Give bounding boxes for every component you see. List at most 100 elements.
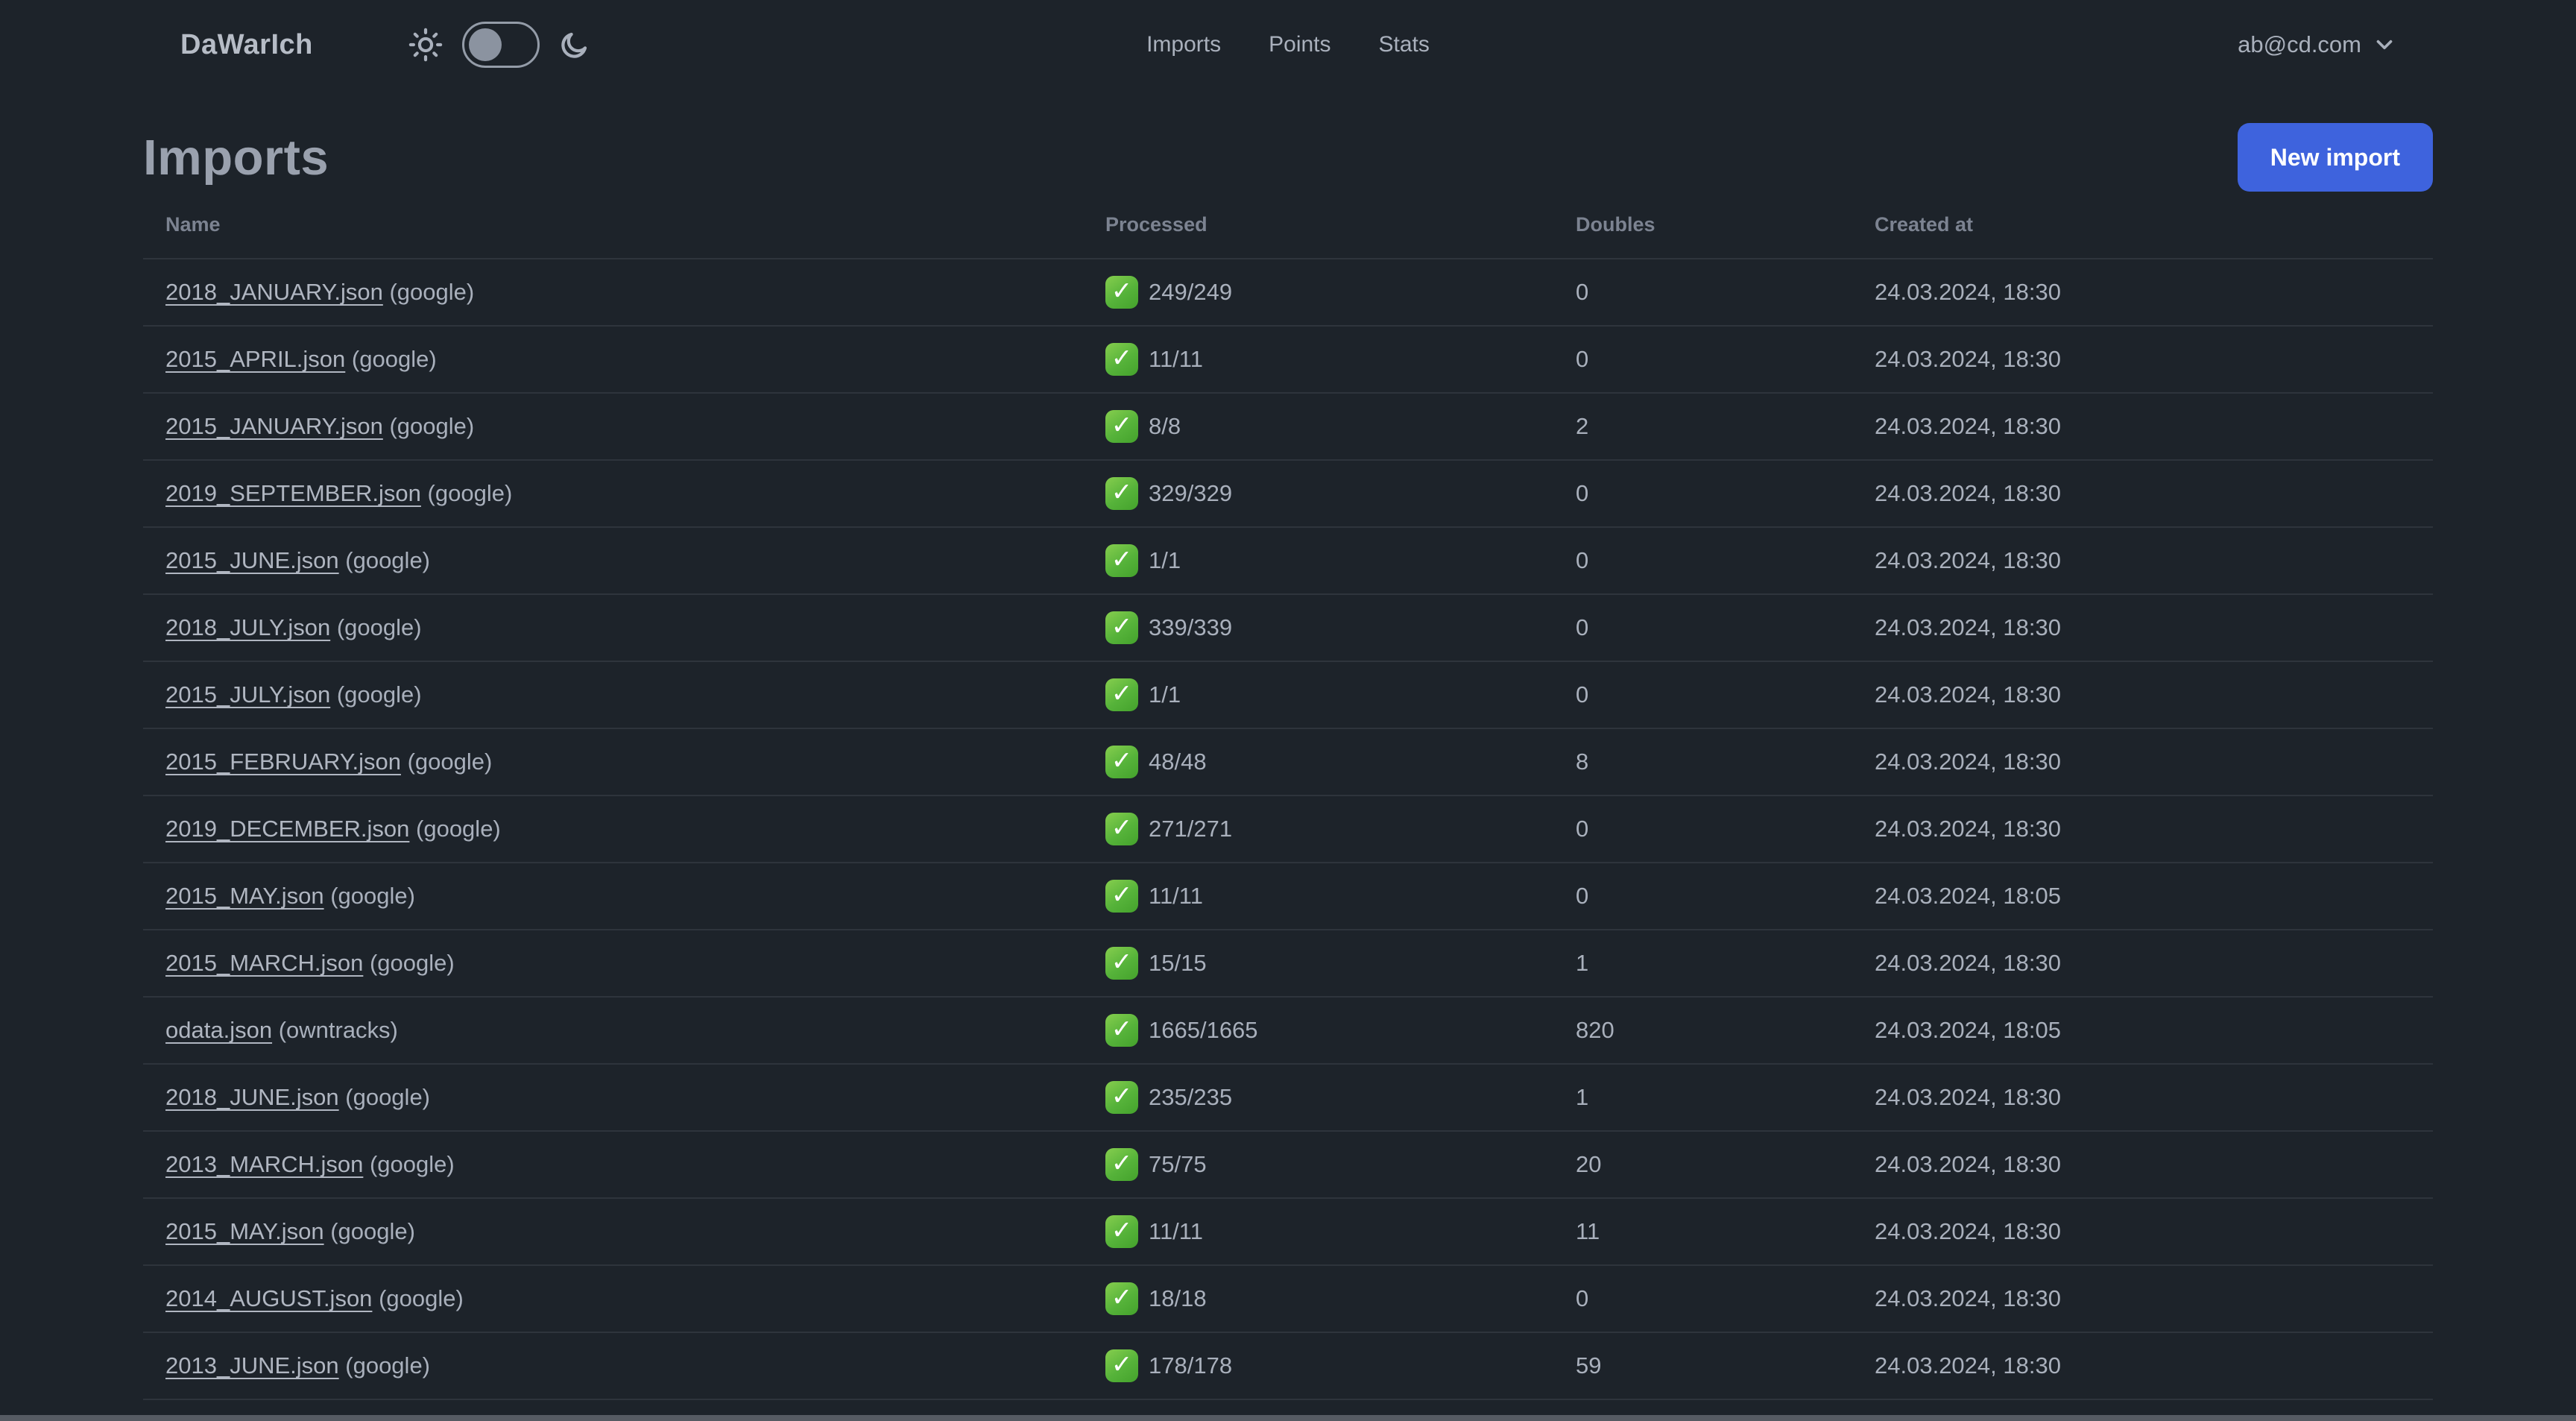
page-title: Imports (143, 129, 329, 186)
nav-item-imports[interactable]: Imports (1146, 32, 1221, 57)
import-source-label: (google) (345, 1352, 431, 1379)
import-file-link[interactable]: 2015_JUNE.json (165, 547, 339, 573)
processed-count: 329/329 (1149, 480, 1233, 506)
processed-count: 8/8 (1149, 413, 1181, 439)
import-file-link[interactable]: 2015_FEBRUARY.json (165, 749, 401, 775)
created-at-cell: 24.03.2024, 18:30 (1852, 1265, 2433, 1333)
import-source-label: (google) (389, 279, 475, 305)
processed-count: 11/11 (1149, 1218, 1203, 1244)
import-file-link[interactable]: 2013_MARCH.json (165, 1151, 363, 1177)
name-cell: 2013_MARCH.json (google) (143, 1131, 1083, 1199)
success-check-icon (1105, 1282, 1138, 1315)
nav-item-stats[interactable]: Stats (1379, 32, 1430, 57)
success-check-icon (1105, 1081, 1138, 1114)
name-cell: 2015_APRIL.json (google) (143, 326, 1083, 394)
name-cell: 2015_MAY.json (google) (143, 863, 1083, 930)
name-cell: 2013_JUNE.json (google) (143, 1332, 1083, 1400)
success-check-icon (1105, 1148, 1138, 1181)
created-at-cell: 24.03.2024, 18:05 (1852, 997, 2433, 1065)
app-logo[interactable]: DaWarIch (180, 29, 313, 61)
doubles-cell: 0 (1553, 661, 1852, 729)
import-source-label: (google) (336, 614, 422, 640)
moon-icon (561, 32, 587, 58)
name-cell: 2018_JULY.json (google) (143, 594, 1083, 662)
table-row: 2015_JUNE.json (google) 1/1 0 24.03.2024… (143, 527, 2433, 595)
import-source-label: (google) (345, 1084, 431, 1110)
imports-page: Imports New import Name Processed Double… (0, 123, 2576, 1421)
processed-count: 15/15 (1149, 950, 1207, 976)
created-at-cell: 24.03.2024, 18:30 (1852, 930, 2433, 998)
import-source-label: (google) (379, 1285, 464, 1311)
table-row: 2015_APRIL.json (google) 11/11 0 24.03.2… (143, 326, 2433, 394)
processed-count: 235/235 (1149, 1084, 1233, 1110)
name-cell: 2015_MAY.json (google) (143, 1198, 1083, 1266)
horizontal-scrollbar[interactable] (0, 1415, 2576, 1421)
import-file-link[interactable]: 2019_DECEMBER.json (165, 816, 409, 842)
table-row: 2015_JULY.json (google) 1/1 0 24.03.2024… (143, 661, 2433, 729)
name-cell: 2018_JANUARY.json (google) (143, 259, 1083, 327)
import-source-label: (google) (369, 1151, 455, 1177)
success-check-icon (1105, 947, 1138, 980)
processed-cell: 75/75 (1083, 1131, 1553, 1199)
doubles-cell: 0 (1553, 259, 1852, 327)
import-file-link[interactable]: odata.json (165, 1017, 272, 1043)
import-file-link[interactable]: 2015_JANUARY.json (165, 413, 383, 439)
import-file-link[interactable]: 2018_JULY.json (165, 614, 330, 640)
theme-toggle[interactable] (461, 22, 540, 68)
processed-count: 1/1 (1149, 547, 1181, 573)
import-file-link[interactable]: 2015_MAY.json (165, 883, 324, 909)
column-header-name: Name (143, 192, 1083, 259)
created-at-cell: 24.03.2024, 18:30 (1852, 1332, 2433, 1400)
new-import-button[interactable]: New import (2237, 123, 2433, 192)
import-source-label: (google) (330, 1218, 415, 1244)
table-row: 2013_JUNE.json (google) 178/178 59 24.03… (143, 1332, 2433, 1400)
doubles-cell: 2 (1553, 393, 1852, 461)
processed-count: 1665/1665 (1149, 1017, 1258, 1043)
imports-table: Name Processed Doubles Created at 2018_J… (143, 192, 2433, 1421)
import-file-link[interactable]: 2018_JANUARY.json (165, 279, 383, 305)
success-check-icon (1105, 1215, 1138, 1248)
processed-count: 75/75 (1149, 1151, 1207, 1177)
import-file-link[interactable]: 2015_JULY.json (165, 681, 330, 708)
main-nav: Imports Points Stats (1146, 32, 1430, 57)
doubles-cell: 0 (1553, 594, 1852, 662)
created-at-cell: 24.03.2024, 18:30 (1852, 259, 2433, 327)
created-at-cell: 24.03.2024, 18:30 (1852, 326, 2433, 394)
table-row: 2019_SEPTEMBER.json (google) 329/329 0 2… (143, 460, 2433, 528)
account-menu[interactable]: ab@cd.com (2238, 31, 2397, 58)
processed-count: 11/11 (1149, 346, 1203, 372)
import-file-link[interactable]: 2015_APRIL.json (165, 346, 345, 372)
import-source-label: (google) (416, 816, 501, 842)
table-row: 2014_AUGUST.json (google) 18/18 0 24.03.… (143, 1265, 2433, 1333)
created-at-cell: 24.03.2024, 18:30 (1852, 527, 2433, 595)
processed-cell: 178/178 (1083, 1332, 1553, 1400)
column-header-processed: Processed (1083, 192, 1553, 259)
name-cell: 2015_JULY.json (google) (143, 661, 1083, 729)
processed-count: 48/48 (1149, 749, 1207, 775)
import-file-link[interactable]: 2014_AUGUST.json (165, 1285, 372, 1311)
imports-table-body: 2018_JANUARY.json (google) 249/249 0 24.… (143, 259, 2433, 1421)
import-file-link[interactable]: 2013_JUNE.json (165, 1352, 339, 1379)
import-file-link[interactable]: 2019_SEPTEMBER.json (165, 480, 421, 506)
processed-cell: 18/18 (1083, 1265, 1553, 1333)
processed-cell: 48/48 (1083, 728, 1553, 796)
created-at-cell: 24.03.2024, 18:30 (1852, 661, 2433, 729)
created-at-cell: 24.03.2024, 18:05 (1852, 863, 2433, 930)
table-row: 2015_MARCH.json (google) 15/15 1 24.03.2… (143, 930, 2433, 998)
success-check-icon (1105, 678, 1138, 711)
import-file-link[interactable]: 2015_MAY.json (165, 1218, 324, 1244)
import-source-label: (google) (369, 950, 455, 976)
doubles-cell: 1 (1553, 1064, 1852, 1132)
processed-cell: 271/271 (1083, 795, 1553, 863)
processed-cell: 339/339 (1083, 594, 1553, 662)
processed-count: 178/178 (1149, 1352, 1233, 1379)
import-file-link[interactable]: 2015_MARCH.json (165, 950, 363, 976)
success-check-icon (1105, 477, 1138, 510)
import-file-link[interactable]: 2018_JUNE.json (165, 1084, 339, 1110)
nav-item-points[interactable]: Points (1269, 32, 1330, 57)
doubles-cell: 59 (1553, 1332, 1852, 1400)
column-header-doubles: Doubles (1553, 192, 1852, 259)
table-row: 2018_JUNE.json (google) 235/235 1 24.03.… (143, 1064, 2433, 1132)
import-source-label: (google) (427, 480, 513, 506)
table-row: 2015_MAY.json (google) 11/11 11 24.03.20… (143, 1198, 2433, 1266)
